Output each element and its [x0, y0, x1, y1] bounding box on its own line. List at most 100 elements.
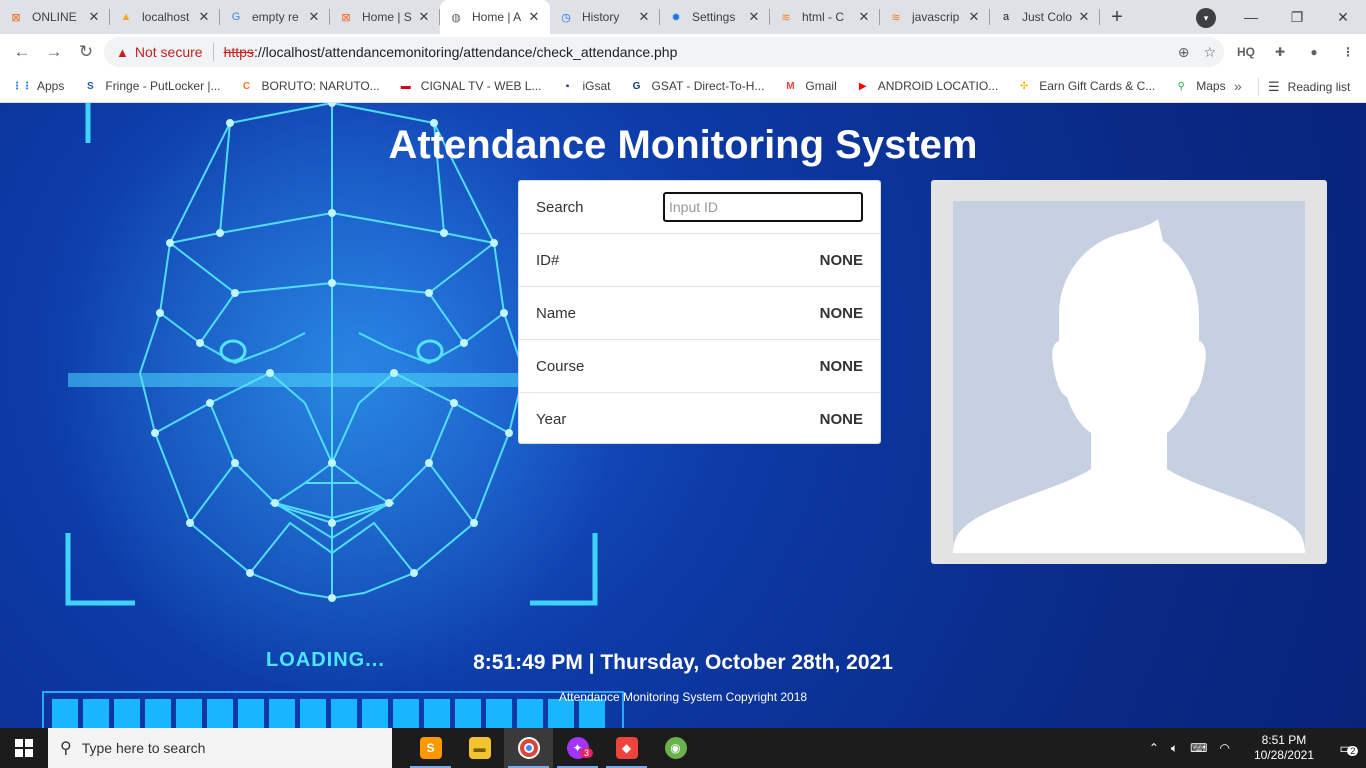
system-tray: ⌃ 🔈︎ ⌨︎ ◠ 8:51 PM 10/28/2021 ▭ 2 [1149, 728, 1366, 768]
sublime-text-taskbar-icon[interactable]: S [406, 728, 455, 768]
back-icon[interactable]: ← [6, 36, 38, 68]
notification-center-icon[interactable]: ▭ 2 [1326, 740, 1366, 757]
address-bar[interactable]: ▲ Not secure https://localhost/attendanc… [104, 37, 1224, 67]
settings-icon: ✹ [671, 11, 681, 24]
browser-tab[interactable]: ▲ localhost ✕ [110, 0, 220, 34]
input-method-icon[interactable]: ⌨︎ [1190, 741, 1207, 755]
globe-icon: ◍ [451, 11, 461, 24]
bookmark-item[interactable]: M Gmail [782, 78, 837, 94]
phpmyadmin-icon: ▲ [120, 11, 132, 23]
profile-photo-placeholder [953, 201, 1305, 553]
close-tab-icon[interactable]: ✕ [196, 9, 212, 25]
bookmark-item[interactable]: ▪ iGsat [559, 78, 611, 94]
close-tab-icon[interactable]: ✕ [1076, 9, 1092, 25]
chevron-up-icon[interactable]: ⌃ [1149, 741, 1159, 755]
new-tab-button[interactable]: + [1100, 0, 1134, 34]
close-tab-icon[interactable]: ✕ [306, 9, 322, 25]
extensions-puzzle-icon[interactable]: ✚ [1268, 36, 1292, 68]
history-icon: ◷ [561, 11, 571, 24]
close-tab-icon[interactable]: ✕ [966, 9, 982, 25]
more-bookmarks-icon[interactable]: » [1234, 78, 1242, 94]
igsat-icon: ▪ [565, 80, 570, 92]
restore-button[interactable]: ❐ [1274, 0, 1320, 34]
reading-list-icon: ☰ [1268, 78, 1280, 94]
volume-icon[interactable]: 🔈︎ [1171, 741, 1178, 756]
browser-tab[interactable]: ⊠ ONLINE ✕ [0, 0, 110, 34]
close-tab-icon[interactable]: ✕ [526, 9, 542, 25]
stackoverflow-icon: ≋ [781, 11, 791, 24]
field-value: NONE [819, 251, 863, 269]
anydesk-taskbar-icon[interactable]: ◆ [602, 728, 651, 768]
windows-logo-icon [15, 739, 33, 757]
browser-tab[interactable]: ≋ javascrip ✕ [880, 0, 990, 34]
browser-tab[interactable]: ◍ Home | A ✕ [440, 0, 550, 34]
tab-title: Settings [692, 10, 736, 24]
bookmark-item[interactable]: ⋮⋮ Apps [12, 78, 65, 94]
google-icon: G [231, 11, 241, 23]
windows-taskbar: ⚲ Type here to search S ▬ ✦ 3 ◆ ◉ ⌃ 🔈︎ ⌨︎… [0, 728, 1366, 768]
close-window-button[interactable]: ✕ [1320, 0, 1366, 34]
chrome-taskbar-icon[interactable] [504, 728, 553, 768]
zoom-icon[interactable]: ⊕ [1178, 44, 1190, 61]
url-scheme: https [223, 44, 254, 60]
browser-tab[interactable]: Gempty re ✕ [220, 0, 330, 34]
bookmark-item[interactable]: ✣ Earn Gift Cards & C... [1016, 78, 1155, 94]
wifi-icon[interactable]: ◠ [1219, 741, 1229, 755]
reading-list-button[interactable]: ☰ Reading list [1268, 70, 1350, 103]
xampp-icon: ⊠ [341, 11, 351, 24]
bookmark-item[interactable]: ▬ CIGNAL TV - WEB L... [398, 78, 542, 94]
bookmark-item[interactable]: S Fringe - PutLocker |... [82, 78, 221, 94]
security-label[interactable]: Not secure [135, 44, 203, 60]
browser-tab[interactable]: ≋ html - C ✕ [770, 0, 880, 34]
browser-toolbar: ← → ↻ ▲ Not secure https://localhost/att… [0, 34, 1366, 70]
tab-strip: ⊠ ONLINE ✕ ▲ localhost ✕ Gempty re ✕ ⊠ Home | S ✕ ◍… [0, 0, 1366, 34]
browser-tab[interactable]: ◷ History ✕ [550, 0, 660, 34]
tab-search-icon[interactable]: ▾ [1196, 8, 1216, 28]
bookmark-label: Apps [37, 79, 65, 93]
cloud-hq-extension-icon[interactable]: HQ [1234, 36, 1258, 68]
warning-icon: ▲ [116, 44, 129, 60]
bookmark-star-icon[interactable]: ☆ [1203, 44, 1216, 61]
close-tab-icon[interactable]: ✕ [746, 9, 762, 25]
putlocker-icon: S [87, 80, 94, 92]
minimize-button[interactable]: — [1228, 0, 1274, 34]
giftcard-icon: ✣ [1020, 80, 1029, 92]
omnibox-divider [212, 43, 214, 61]
tab-title: History [582, 10, 620, 24]
tab-title: Just Colo [1022, 10, 1073, 24]
notification-count: 2 [1347, 745, 1359, 756]
reading-list-label: Reading list [1287, 79, 1351, 94]
tab-title: localhost [142, 10, 190, 24]
browser-tab[interactable]: ⊠ Home | S ✕ [330, 0, 440, 34]
taskbar-search-box[interactable]: ⚲ Type here to search [48, 728, 392, 768]
close-tab-icon[interactable]: ✕ [416, 9, 432, 25]
close-tab-icon[interactable]: ✕ [86, 9, 102, 25]
taskbar-clock[interactable]: 8:51 PM 10/28/2021 [1254, 733, 1314, 763]
footer-copyright: Attendance Monitoring System Copyright 2… [558, 690, 808, 704]
bookmark-item[interactable]: ⚲ Maps [1173, 78, 1226, 94]
bookmark-item[interactable]: C BORUTO: NARUTO... [239, 78, 380, 94]
search-input[interactable] [663, 192, 863, 222]
bookmark-label: Gmail [805, 79, 837, 93]
close-tab-icon[interactable]: ✕ [636, 9, 652, 25]
messenger-taskbar-icon[interactable]: ✦ 3 [553, 728, 602, 768]
browser-tab[interactable]: a Just Colo ✕ [990, 0, 1100, 34]
taskbar-search-placeholder: Type here to search [81, 740, 206, 756]
tab-title: javascrip [912, 10, 960, 24]
url-text[interactable]: https://localhost/attendancemonitoring/a… [224, 44, 678, 60]
justcolor-icon: a [1002, 11, 1010, 23]
bookmark-item[interactable]: G GSAT - Direct-To-H... [629, 78, 765, 94]
reload-icon[interactable]: ↻ [70, 36, 102, 68]
page-title: Attendance Monitoring System [388, 123, 978, 167]
field-label: Year [536, 411, 567, 428]
bookmark-item[interactable]: ▶ ANDROID LOCATIO... [855, 78, 998, 94]
close-tab-icon[interactable]: ✕ [856, 9, 872, 25]
menu-kebab-icon[interactable]: ⋮ [1336, 36, 1360, 68]
app-taskbar-icon[interactable]: ◉ [651, 728, 700, 768]
forward-icon[interactable]: → [38, 36, 70, 68]
windows-start-button[interactable] [0, 728, 48, 768]
profile-avatar-icon[interactable]: ● [1302, 36, 1326, 68]
file-explorer-taskbar-icon[interactable]: ▬ [455, 728, 504, 768]
browser-tab[interactable]: ✹ Settings ✕ [660, 0, 770, 34]
bookmark-label: BORUTO: NARUTO... [261, 79, 380, 93]
